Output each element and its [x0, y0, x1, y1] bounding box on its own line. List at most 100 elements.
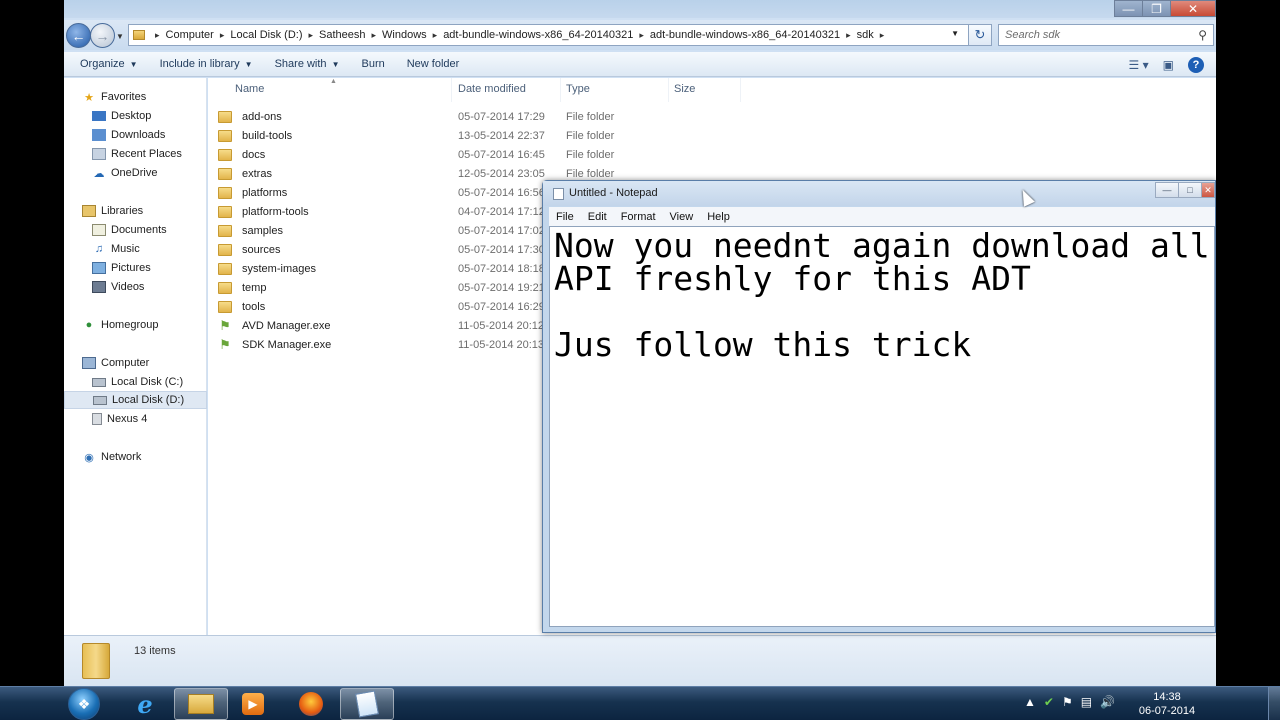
folder-icon: [218, 262, 232, 275]
minimize-button[interactable]: —: [1114, 0, 1143, 17]
taskbar-notepad[interactable]: [340, 688, 394, 720]
recent-pages-dropdown[interactable]: ▼: [116, 32, 124, 41]
back-button[interactable]: ←: [66, 23, 91, 48]
nav-computer[interactable]: Computer: [82, 354, 225, 372]
share-with-button[interactable]: Share with ▼: [275, 58, 340, 70]
file-name: AVD Manager.exe: [242, 319, 331, 332]
folder-icon: [82, 643, 110, 679]
file-name: samples: [242, 224, 283, 237]
desktop-background-left: [0, 0, 64, 686]
start-button[interactable]: ❖: [68, 688, 100, 720]
navigation-pane: ★ Favorites Desktop Downloads Recent Plac…: [64, 78, 207, 635]
taskbar-media-player[interactable]: ▶: [226, 688, 280, 720]
homegroup-icon: ●: [85, 319, 93, 331]
breadcrumb-local-disk-d[interactable]: Local Disk (D:) ▸: [230, 29, 319, 41]
documents-icon: [92, 224, 106, 236]
file-date-modified: 12-05-2014 23:05: [458, 167, 545, 180]
item-count: 13 items: [134, 645, 176, 657]
file-row[interactable]: build-tools 13-05-2014 22:37 File folder: [218, 126, 838, 145]
taskbar: ❖ e ▶ ▲ ✔ ⚑ ▤ 🔊 14:38 06-07-2014: [0, 686, 1280, 720]
file-row[interactable]: add-ons 05-07-2014 17:29 File folder: [218, 107, 838, 126]
volume-icon[interactable]: 🔊: [1100, 695, 1115, 709]
clock-time: 14:38: [1153, 691, 1181, 703]
file-type: File folder: [566, 110, 615, 123]
folder-icon: [218, 110, 232, 123]
column-header-type[interactable]: Type: [566, 83, 590, 95]
network-icon[interactable]: ▤: [1081, 695, 1092, 709]
breadcrumb-sdk[interactable]: sdk ▸: [857, 29, 891, 41]
file-name: platform-tools: [242, 205, 309, 218]
taskbar-explorer[interactable]: [174, 688, 228, 720]
menu-edit[interactable]: Edit: [588, 211, 607, 223]
file-row[interactable]: docs 05-07-2014 16:45 File folder: [218, 145, 838, 164]
folder-icon: [218, 300, 232, 313]
notepad-title: Untitled - Notepad: [569, 187, 658, 199]
nav-libraries[interactable]: Libraries: [82, 202, 225, 220]
clock[interactable]: 14:38 06-07-2014: [1132, 690, 1202, 718]
nav-local-disk-d[interactable]: Local Disk (D:): [64, 391, 207, 409]
star-icon: ★: [84, 91, 94, 104]
forward-button[interactable]: →: [90, 23, 115, 48]
address-bar[interactable]: ▸ Computer ▸ Local Disk (D:) ▸ Satheesh ▸ W…: [128, 24, 978, 46]
drive-icon: [93, 395, 107, 405]
close-button[interactable]: ✕: [1170, 0, 1216, 17]
help-icon[interactable]: ?: [1188, 56, 1204, 73]
new-folder-button[interactable]: New folder: [407, 58, 460, 70]
breadcrumb-windows[interactable]: Windows ▸: [382, 29, 443, 41]
file-date-modified: 13-05-2014 22:37: [458, 129, 545, 142]
file-type: File folder: [566, 167, 615, 180]
network-icon: ◉: [84, 451, 94, 464]
file-type: File folder: [566, 129, 615, 142]
android-icon: ⚑: [219, 336, 231, 352]
breadcrumb-adt-bundle-inner[interactable]: adt-bundle-windows-x86_64-20140321 ▸: [650, 29, 857, 41]
menu-view[interactable]: View: [670, 211, 694, 223]
folder-icon: [218, 281, 232, 294]
notepad-minimize-button[interactable]: —: [1155, 182, 1179, 198]
view-options-icon[interactable]: ☰ ▾: [1129, 58, 1149, 72]
explorer-titlebar[interactable]: — ❐ ✕: [64, 0, 1216, 18]
menu-format[interactable]: Format: [621, 211, 656, 223]
folder-icon: [218, 186, 232, 199]
taskbar-firefox[interactable]: [284, 688, 338, 720]
file-name: add-ons: [242, 110, 282, 123]
notepad-close-button[interactable]: ✕: [1201, 182, 1215, 198]
file-name: platforms: [242, 186, 288, 199]
include-in-library-button[interactable]: Include in library ▼: [160, 58, 253, 70]
notepad-window: Untitled - Notepad — □ ✕ File Edit Forma…: [542, 180, 1216, 633]
internet-explorer-icon: e: [137, 689, 153, 719]
taskbar-internet-explorer[interactable]: e: [118, 688, 172, 720]
cloud-icon: ☁: [93, 167, 105, 180]
show-desktop-button[interactable]: [1268, 687, 1280, 720]
nav-favorites[interactable]: ★ Favorites: [82, 88, 225, 106]
show-hidden-icons-icon[interactable]: ▲: [1024, 695, 1036, 709]
notepad-icon: [355, 690, 379, 718]
command-bar: Organize ▼ Include in library ▼ Share with…: [64, 52, 1216, 77]
menu-help[interactable]: Help: [707, 211, 730, 223]
breadcrumb-computer[interactable]: Computer ▸: [166, 29, 231, 41]
maximize-button[interactable]: ❐: [1142, 0, 1171, 17]
notepad-text-area[interactable]: Now you neednt again download all API fr…: [549, 226, 1215, 627]
android-icon: ⚑: [219, 317, 231, 333]
videos-icon: [92, 281, 106, 293]
action-center-icon[interactable]: ⚑: [1062, 695, 1073, 709]
nav-network[interactable]: ◉ Network: [82, 448, 225, 466]
menu-file[interactable]: File: [556, 211, 574, 223]
notepad-titlebar[interactable]: Untitled - Notepad — □ ✕: [543, 181, 1215, 206]
refresh-button[interactable]: ↻: [968, 24, 992, 46]
burn-button[interactable]: Burn: [361, 58, 384, 70]
column-header-size[interactable]: Size: [674, 83, 695, 95]
nav-homegroup[interactable]: ● Homegroup: [82, 316, 225, 334]
column-header-name[interactable]: Name: [235, 83, 264, 95]
preview-pane-icon[interactable]: ▣: [1163, 58, 1174, 72]
search-input[interactable]: Search sdk ⚲: [998, 24, 1214, 46]
music-icon: ♫: [94, 243, 104, 255]
column-header-date-modified[interactable]: Date modified: [458, 83, 526, 95]
notepad-maximize-button[interactable]: □: [1178, 182, 1202, 198]
breadcrumb-adt-bundle[interactable]: adt-bundle-windows-x86_64-20140321 ▸: [443, 29, 650, 41]
search-icon: ⚲: [1198, 28, 1207, 42]
desktop-icon: [92, 111, 106, 121]
breadcrumb-satheesh[interactable]: Satheesh ▸: [319, 29, 382, 41]
address-dropdown-icon[interactable]: ▼: [951, 29, 959, 38]
organize-button[interactable]: Organize ▼: [80, 58, 138, 70]
shield-icon[interactable]: ✔: [1044, 695, 1054, 709]
